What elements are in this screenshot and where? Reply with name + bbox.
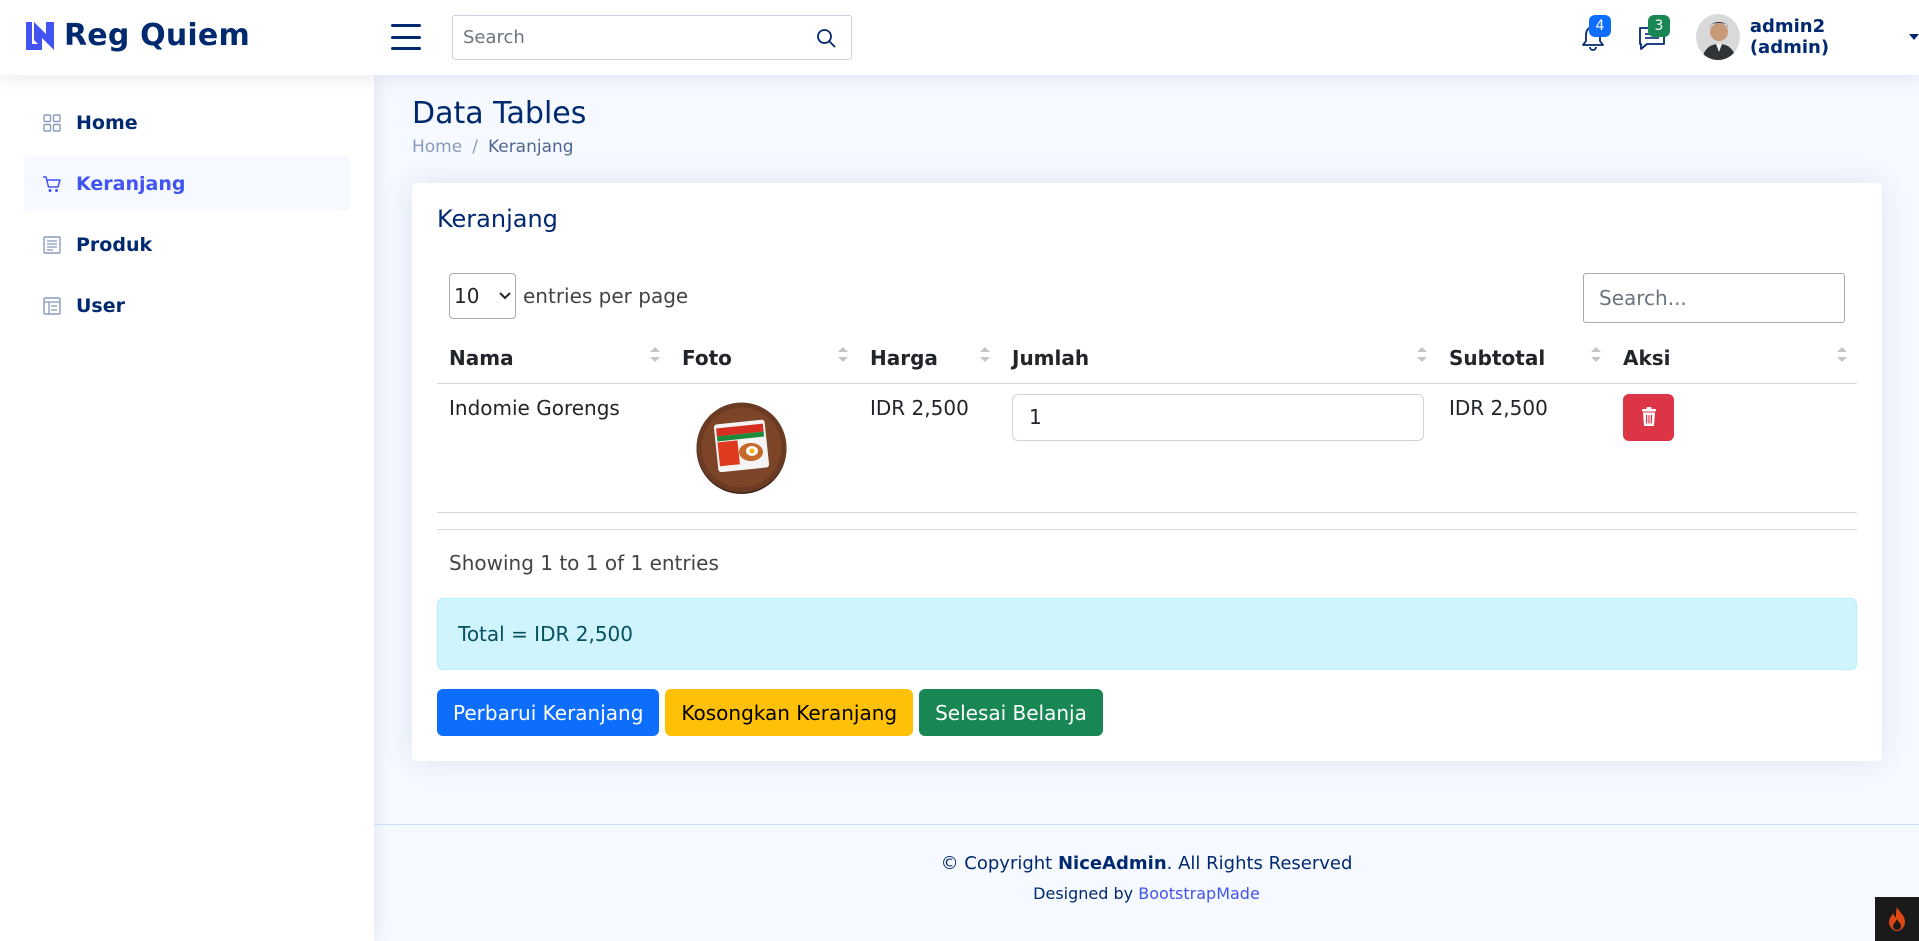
debug-toolbar-button[interactable] bbox=[1875, 897, 1919, 941]
breadcrumb: Home / Keranjang bbox=[412, 137, 586, 157]
notifications-button[interactable]: 4 bbox=[1573, 15, 1613, 58]
chevron-down-icon bbox=[499, 292, 511, 300]
hamburger-icon bbox=[391, 24, 421, 27]
footer: © Copyright NiceAdmin. All Rights Reserv… bbox=[374, 824, 1919, 903]
sidebar: Home Keranjang Produk User bbox=[0, 75, 374, 941]
sort-icon bbox=[650, 347, 660, 362]
trash-icon bbox=[1641, 407, 1656, 426]
checkout-button[interactable]: Selesai Belanja bbox=[919, 689, 1103, 736]
delete-item-button[interactable] bbox=[1623, 393, 1674, 441]
sort-icon bbox=[1417, 347, 1427, 362]
column-header-nama[interactable]: Nama bbox=[437, 333, 670, 384]
grid-icon bbox=[43, 113, 61, 132]
column-header-aksi[interactable]: Aksi bbox=[1611, 333, 1857, 384]
breadcrumb-current: Keranjang bbox=[487, 137, 574, 157]
table-search-input[interactable] bbox=[1583, 273, 1845, 323]
sidebar-item-label: User bbox=[76, 294, 125, 317]
page-title-block: Data Tables Home / Keranjang bbox=[412, 96, 586, 157]
product-image bbox=[696, 402, 787, 494]
sidebar-toggle-button[interactable] bbox=[391, 24, 421, 50]
sort-icon bbox=[838, 347, 848, 362]
copyright: © Copyright NiceAdmin. All Rights Reserv… bbox=[940, 853, 1353, 874]
sidebar-item-home[interactable]: Home bbox=[24, 95, 350, 150]
breadcrumb-home-link[interactable]: Home bbox=[412, 137, 462, 157]
profile-name: admin2 (admin) bbox=[1749, 16, 1830, 58]
sort-icon bbox=[1591, 347, 1601, 362]
profile-dropdown[interactable]: admin2 (admin) bbox=[1696, 14, 1919, 60]
cart-table: Nama Foto Harga Jumlah Subtotal Aksi Ind… bbox=[437, 333, 1857, 513]
card-title: Keranjang bbox=[437, 205, 558, 233]
cell-foto bbox=[670, 383, 858, 513]
quantity-input[interactable] bbox=[1012, 393, 1424, 441]
cell-subtotal: IDR 2,500 bbox=[1437, 383, 1611, 513]
table-row: Indomie Gorengs IDR 2,500 1 IDR 2,500 bbox=[437, 383, 1857, 513]
chevron-down-icon bbox=[1909, 34, 1919, 40]
sort-icon bbox=[1837, 347, 1847, 362]
entries-select[interactable]: 10 bbox=[449, 273, 516, 319]
total-text: Total = IDR 2,500 bbox=[458, 622, 633, 646]
update-cart-button[interactable]: Perbarui Keranjang bbox=[437, 689, 660, 736]
column-header-harga[interactable]: Harga bbox=[858, 333, 1000, 384]
logo-icon bbox=[26, 21, 54, 50]
table-header-row: Nama Foto Harga Jumlah Subtotal Aksi bbox=[437, 333, 1857, 384]
page-title: Data Tables bbox=[412, 96, 587, 131]
cell-nama: Indomie Gorengs bbox=[437, 383, 670, 513]
sidebar-item-user[interactable]: User bbox=[24, 278, 350, 333]
cell-jumlah bbox=[1000, 383, 1437, 513]
sidebar-item-produk[interactable]: Produk bbox=[24, 217, 350, 272]
header-search bbox=[452, 15, 852, 60]
sidebar-item-keranjang[interactable]: Keranjang bbox=[24, 156, 350, 211]
logo-text: Reg Quiem bbox=[64, 18, 250, 53]
search-button[interactable] bbox=[801, 16, 851, 59]
cell-aksi bbox=[1611, 383, 1857, 513]
column-header-subtotal[interactable]: Subtotal bbox=[1437, 333, 1611, 384]
notification-count-badge: 4 bbox=[1589, 15, 1611, 37]
sidebar-item-label: Produk bbox=[76, 233, 153, 256]
top-header: Reg Quiem 4 3 bbox=[0, 0, 1919, 75]
header-search-input[interactable] bbox=[453, 16, 801, 59]
column-header-jumlah[interactable]: Jumlah bbox=[1000, 333, 1437, 384]
entries-label: entries per page bbox=[523, 284, 689, 308]
cart-actions: Perbarui Keranjang Kosongkan Keranjang S… bbox=[437, 689, 1103, 736]
credits: Designed by BootstrapMade bbox=[1033, 884, 1260, 903]
message-count-badge: 3 bbox=[1648, 15, 1670, 37]
designer-link[interactable]: BootstrapMade bbox=[1138, 884, 1260, 903]
messages-button[interactable]: 3 bbox=[1632, 15, 1672, 58]
logo[interactable]: Reg Quiem bbox=[24, 18, 250, 53]
empty-cart-button[interactable]: Kosongkan Keranjang bbox=[665, 689, 914, 736]
entries-per-page: 10 entries per page bbox=[449, 273, 688, 319]
cell-harga: IDR 2,500 bbox=[858, 383, 1000, 513]
entries-info: Showing 1 to 1 of 1 entries bbox=[449, 551, 719, 575]
flame-icon bbox=[1889, 907, 1905, 931]
entries-value: 10 bbox=[454, 284, 480, 308]
breadcrumb-separator: / bbox=[472, 137, 478, 157]
table-divider bbox=[437, 529, 1857, 530]
sidebar-item-label: Home bbox=[76, 111, 138, 134]
avatar bbox=[1696, 14, 1740, 60]
table-list-icon bbox=[43, 296, 61, 315]
footer-brand: NiceAdmin bbox=[1057, 853, 1167, 874]
sort-icon bbox=[980, 347, 990, 362]
layout-text-icon bbox=[43, 235, 61, 254]
cart-icon bbox=[43, 175, 61, 192]
sidebar-item-label: Keranjang bbox=[76, 172, 186, 195]
column-header-foto[interactable]: Foto bbox=[670, 333, 858, 384]
search-icon bbox=[817, 28, 836, 47]
cart-card: Keranjang 10 entries per page Nama Foto bbox=[412, 183, 1882, 761]
total-alert: Total = IDR 2,500 bbox=[437, 598, 1857, 670]
